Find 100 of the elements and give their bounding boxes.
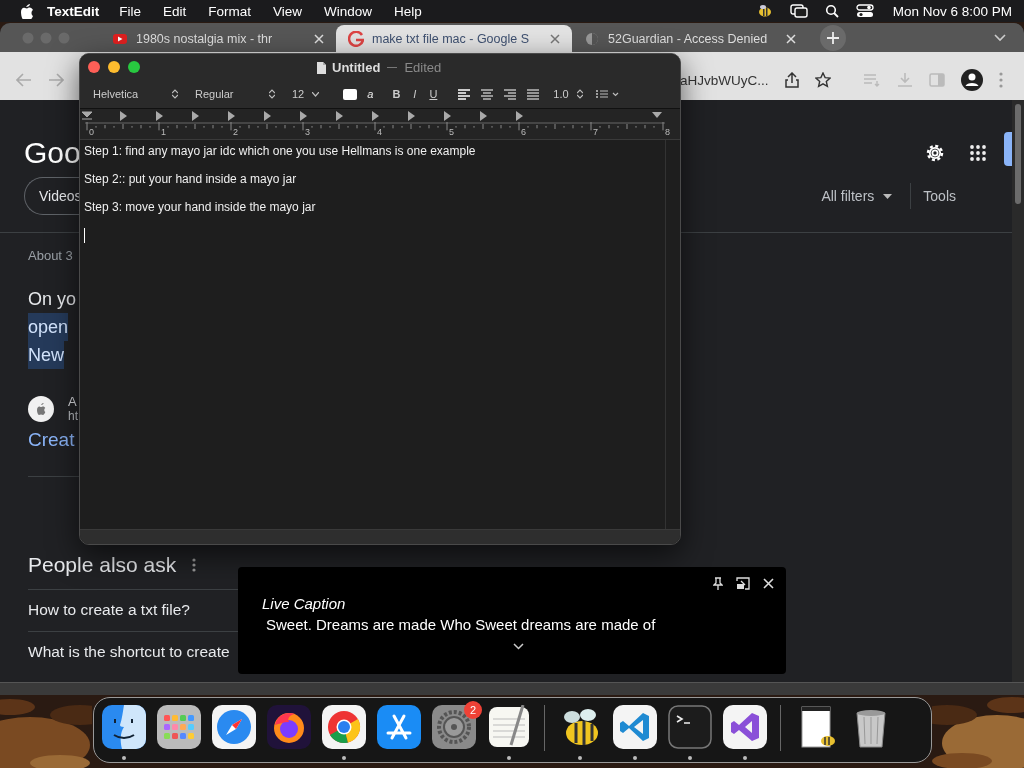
- ruler-number: 3: [305, 127, 310, 137]
- source-name: A: [68, 394, 78, 409]
- ruler-number: 8: [665, 127, 670, 137]
- align-right-icon[interactable]: [503, 87, 518, 101]
- italic-button[interactable]: I: [410, 88, 420, 100]
- menu-item[interactable]: Help: [394, 3, 422, 19]
- toggle-icon[interactable]: [855, 4, 874, 18]
- ruler-number: 4: [377, 127, 382, 137]
- stepper-icon: [172, 89, 178, 99]
- code-editor-icon[interactable]: [613, 705, 657, 749]
- tab-stop-icon[interactable]: [264, 111, 271, 121]
- bullet-list-icon[interactable]: [594, 89, 619, 99]
- tools-button[interactable]: Tools: [923, 188, 956, 204]
- more-icon[interactable]: [192, 558, 197, 572]
- favicon-icon: [348, 30, 364, 47]
- tab-stop-icon[interactable]: [300, 111, 307, 121]
- tab-stop-icon[interactable]: [120, 111, 127, 121]
- margin-marker-icon[interactable]: [652, 112, 662, 118]
- face-icon[interactable]: [102, 705, 146, 749]
- address-field[interactable]: aHJvbWUyC...: [680, 72, 769, 88]
- text-line: Step 1: find any mayo jar idc which one you use Hellmans is one example: [84, 143, 477, 159]
- tab-stop-icon[interactable]: [516, 111, 523, 121]
- tab-title: 1980s nostalgia mix - thr: [136, 32, 273, 46]
- result-link[interactable]: Creat: [28, 429, 75, 451]
- tab-stop-icon[interactable]: [228, 111, 235, 121]
- edit-status: Edited: [404, 60, 442, 75]
- clock: Mon Nov 6 8:00 PM: [892, 3, 1012, 19]
- notepad-icon[interactable]: [487, 705, 531, 749]
- document-area[interactable]: Step 1: find any mayo jar idc which one you use Hellmans is one example Step 2:: put your hand inside a mayo jar Step 3: move your hand inside the mayo jar: [80, 140, 665, 529]
- snippet-line: On yo: [28, 288, 77, 311]
- windows-icon[interactable]: [789, 4, 808, 18]
- terminal-icon[interactable]: [668, 705, 712, 749]
- ruler-number: 0: [89, 127, 94, 137]
- align-center-icon[interactable]: [480, 87, 495, 101]
- apps-grid-icon[interactable]: [970, 145, 986, 161]
- apple-icon[interactable]: [19, 3, 33, 19]
- tab-stop-icon[interactable]: [444, 111, 451, 121]
- tab-title: 52Guardian - Access Denied: [608, 32, 768, 46]
- app-store-icon[interactable]: [377, 705, 421, 749]
- star-icon[interactable]: [814, 72, 831, 88]
- scrollbar[interactable]: [0, 682, 1024, 695]
- align-left-icon[interactable]: [457, 87, 472, 101]
- ruler-number: 7: [593, 127, 598, 137]
- browser-tab[interactable]: 52Guardian - Access Denied: [572, 27, 808, 51]
- fox-icon[interactable]: [267, 705, 311, 749]
- text-color-button[interactable]: [343, 88, 358, 100]
- caret-icon: [883, 193, 893, 199]
- document-icon: [316, 60, 327, 75]
- new-tab-icon[interactable]: [820, 24, 846, 51]
- bee-icon[interactable]: [756, 4, 773, 18]
- menu-item[interactable]: Format: [208, 3, 252, 19]
- source-url[interactable]: ht: [68, 409, 78, 423]
- chevron-down-icon[interactable]: [512, 643, 524, 650]
- app-grid-icon[interactable]: [157, 705, 201, 749]
- menu-item[interactable]: View: [273, 3, 303, 19]
- search-icon[interactable]: [824, 4, 839, 18]
- resize-icon[interactable]: [736, 577, 750, 590]
- stepper-icon: [576, 89, 583, 99]
- menu-item[interactable]: Window: [324, 3, 373, 19]
- gear-icon[interactable]: [432, 705, 476, 749]
- window-controls-icon[interactable]: [88, 61, 140, 73]
- compass-icon[interactable]: [212, 705, 256, 749]
- underline-button[interactable]: U: [426, 88, 441, 100]
- tab-stop-icon[interactable]: [336, 111, 343, 121]
- tab-title: make txt file mac - Google S: [372, 31, 529, 46]
- ruler-number: 6: [521, 127, 526, 137]
- caption-text: Sweet. Dreams are made Who Sweet dreams are made of: [265, 616, 657, 633]
- settings-icon[interactable]: [924, 142, 946, 164]
- caption-title: Live Caption: [262, 595, 347, 612]
- tab-stop-icon[interactable]: [372, 111, 379, 121]
- ide-icon[interactable]: [723, 705, 767, 749]
- menu-item[interactable]: Edit: [163, 3, 187, 19]
- all-filters-button[interactable]: All filters: [821, 188, 875, 204]
- stepper-icon: [269, 89, 275, 99]
- tab-stop-icon[interactable]: [192, 111, 199, 121]
- share-icon[interactable]: [784, 72, 799, 88]
- favicon-icon: [584, 31, 600, 47]
- tab-stop-icon[interactable]: [480, 111, 487, 121]
- section-heading: People also ask: [28, 553, 177, 577]
- scrollbar[interactable]: [1012, 100, 1024, 682]
- indent-marker-icon[interactable]: [81, 111, 93, 120]
- justify-icon[interactable]: [526, 87, 541, 101]
- tab-stop-icon[interactable]: [408, 111, 415, 121]
- browser-tab[interactable]: 1980s nostalgia mix - thr: [100, 27, 336, 51]
- browser-tab[interactable]: make txt file mac - Google S: [336, 25, 572, 52]
- window-title: Untitled: [332, 60, 381, 75]
- ruler-number: 5: [449, 127, 454, 137]
- chevron-down-icon: [312, 91, 320, 97]
- ruler-number: 1: [161, 127, 166, 137]
- notification-badge: 2: [464, 701, 482, 719]
- text-cursor: [84, 228, 85, 243]
- logo-text[interactable]: Goo: [24, 136, 81, 170]
- profile-icon[interactable]: [960, 69, 983, 91]
- browser-icon[interactable]: [322, 705, 366, 749]
- menu-item[interactable]: File: [119, 3, 142, 19]
- text-line: Step 2:: put your hand inside a mayo jar: [84, 171, 298, 187]
- scrollbar-track[interactable]: [665, 140, 680, 529]
- app-menu[interactable]: TextEdit: [47, 3, 100, 19]
- pin-icon[interactable]: [713, 577, 723, 590]
- tab-stop-icon[interactable]: [156, 111, 163, 121]
